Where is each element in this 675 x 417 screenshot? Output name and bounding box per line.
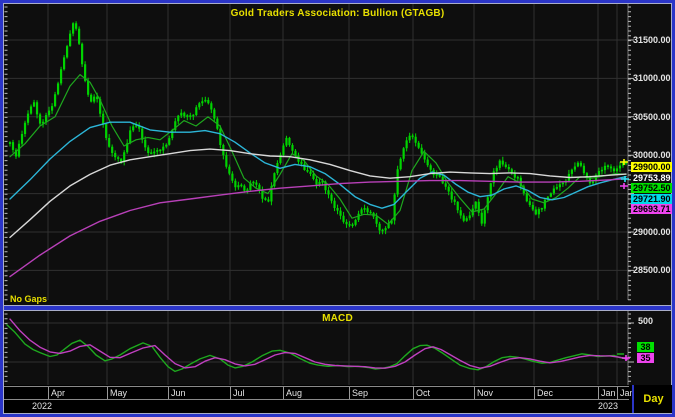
macd-line — [7, 325, 628, 372]
x-axis-month-label: Nov — [477, 388, 493, 399]
x-axis-month-label: Oct — [416, 388, 430, 399]
price-chart[interactable] — [4, 4, 671, 305]
x-axis-month-label: Apr — [51, 388, 65, 399]
y-axis-price-label: 31500.00 — [631, 35, 675, 45]
last-price-label: 29900.00 — [631, 162, 675, 172]
y-axis-price-label: 30500.00 — [631, 112, 675, 122]
month-tick — [107, 387, 108, 399]
x-axis-month-label: Jun — [171, 388, 186, 399]
x-axis-month-label: Jan — [601, 388, 616, 399]
macd-signal — [10, 319, 628, 368]
chart-frame: Gold Traders Association: Bullion (GTAGB… — [3, 3, 672, 414]
plus-marker — [622, 355, 630, 361]
x-axis-month-label: Jul — [233, 388, 245, 399]
month-tick — [617, 387, 618, 399]
x-axis-year-label: 2022 — [32, 401, 52, 412]
x-axis-month-label: Aug — [286, 388, 302, 399]
last-price-label: 29693.71 — [631, 204, 675, 214]
y-axis-price-label: 31000.00 — [631, 73, 675, 83]
axis-tick-marks — [5, 314, 635, 381]
month-tick — [168, 387, 169, 399]
macd-value-label: 38 — [637, 342, 654, 352]
no-gaps-label: No Gaps — [10, 294, 47, 304]
periodicity-label: Day — [643, 393, 663, 405]
time-axis: AprMayJunJulAugSepOctNovDecJanJan 202220… — [4, 385, 671, 413]
x-axis-month-label: Dec — [537, 388, 553, 399]
month-tick — [474, 387, 475, 399]
last-price-label: 29752.50 — [631, 183, 675, 193]
chart-window: Gold Traders Association: Bullion (GTAGB… — [0, 0, 675, 417]
month-tick — [598, 387, 599, 399]
last-price-label: 29753.89 — [631, 173, 675, 183]
axis-tick-marks — [5, 7, 635, 300]
x-axis-month-label: May — [110, 388, 127, 399]
month-tick — [413, 387, 414, 399]
month-tick — [534, 387, 535, 399]
macd-chart[interactable] — [4, 311, 671, 385]
month-row: AprMayJunJulAugSepOctNovDecJanJan — [4, 386, 629, 400]
month-tick — [349, 387, 350, 399]
vertical-gridlines — [48, 4, 617, 300]
vertical-gridlines — [48, 311, 617, 385]
y-axis-price-label: 30000.00 — [631, 150, 675, 160]
y-axis-price-label: 29000.00 — [631, 227, 675, 237]
year-row: 2022 2023 — [4, 400, 629, 413]
plus-marker — [620, 183, 628, 189]
macd-axis-label: 500 — [637, 316, 654, 326]
x-axis-year-label: 2023 — [598, 401, 618, 412]
last-price-label: 29721.90 — [631, 194, 675, 204]
plus-marker — [620, 159, 628, 165]
x-axis-month-label: Sep — [352, 388, 368, 399]
month-tick — [230, 387, 231, 399]
month-tick — [283, 387, 284, 399]
periodicity-button[interactable]: Day — [632, 385, 673, 413]
y-axis-price-label: 28500.00 — [631, 265, 675, 275]
macd-value-label: 35 — [637, 353, 654, 363]
month-tick — [48, 387, 49, 399]
